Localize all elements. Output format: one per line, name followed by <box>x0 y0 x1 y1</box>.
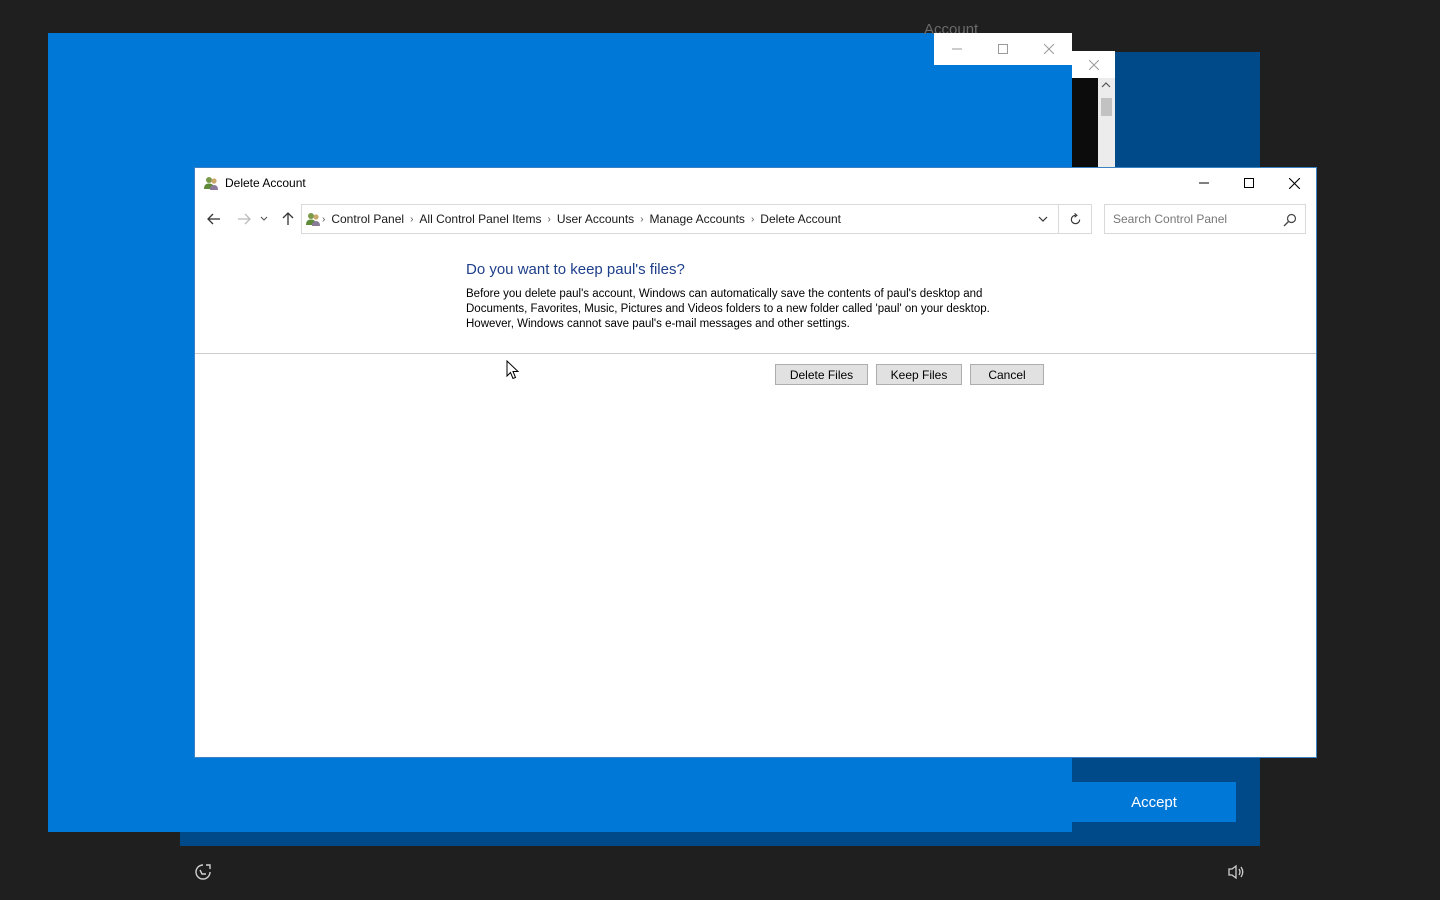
forward-button[interactable] <box>233 208 255 230</box>
background-maximize-button[interactable] <box>980 33 1026 65</box>
minimize-button[interactable] <box>1181 168 1227 198</box>
maximize-icon <box>1244 178 1254 188</box>
breadcrumb-all-control-panel-items[interactable]: All Control Panel Items <box>419 212 541 226</box>
breadcrumb-separator[interactable]: › <box>640 214 643 225</box>
description-line: Documents, Favorites, Music, Pictures an… <box>466 303 990 315</box>
scrollbar-thumb[interactable] <box>1101 98 1112 116</box>
background-window-titlebar <box>934 33 1072 65</box>
page-heading: Do you want to keep paul's files? <box>466 261 685 278</box>
back-button[interactable] <box>203 208 225 230</box>
volume-icon[interactable] <box>1226 862 1246 882</box>
keep-files-button[interactable]: Keep Files <box>876 364 962 385</box>
background-scrollbar[interactable] <box>1098 78 1115 168</box>
background-close-button[interactable] <box>1026 33 1072 65</box>
user-accounts-icon <box>306 213 320 226</box>
close-button[interactable] <box>1271 168 1317 198</box>
breadcrumb-control-panel[interactable]: Control Panel <box>331 212 404 226</box>
mouse-cursor-icon <box>506 360 520 380</box>
up-arrow-icon <box>282 212 294 225</box>
cancel-button[interactable]: Cancel <box>970 364 1044 385</box>
close-icon <box>1288 177 1300 189</box>
breadcrumb-separator[interactable]: › <box>322 214 325 225</box>
close-icon <box>1044 44 1054 54</box>
up-button[interactable] <box>277 208 299 230</box>
minimize-icon <box>952 48 962 50</box>
dropdown-chevron-icon <box>1038 216 1047 222</box>
breadcrumb-separator[interactable]: › <box>410 214 413 225</box>
breadcrumb-separator[interactable]: › <box>751 214 754 225</box>
background-minimize-button[interactable] <box>934 33 980 65</box>
search-input[interactable] <box>1113 212 1283 226</box>
refresh-button[interactable] <box>1059 204 1092 234</box>
breadcrumb-separator[interactable]: › <box>547 214 550 225</box>
content-divider <box>195 353 1316 354</box>
forward-arrow-icon <box>238 213 251 225</box>
address-history-dropdown[interactable] <box>1026 205 1058 233</box>
breadcrumb-delete-account[interactable]: Delete Account <box>760 212 841 226</box>
background-console-strip <box>1072 78 1098 168</box>
user-accounts-icon <box>204 177 218 190</box>
window-title: Delete Account <box>225 176 306 190</box>
accept-button[interactable]: Accept <box>1072 782 1236 822</box>
search-box[interactable] <box>1104 204 1306 234</box>
maximize-icon <box>998 44 1008 54</box>
scroll-up-icon <box>1101 82 1111 88</box>
address-bar[interactable]: › Control Panel › All Control Panel Item… <box>301 204 1059 234</box>
delete-account-window: Delete Account › Control Panel › All Con… <box>194 167 1317 758</box>
minimize-icon <box>1199 182 1209 184</box>
close-icon <box>1088 59 1099 70</box>
description-line: Before you delete paul's account, Window… <box>466 288 983 300</box>
delete-files-button[interactable]: Delete Files <box>775 364 868 385</box>
breadcrumb-user-accounts[interactable]: User Accounts <box>557 212 634 226</box>
background-close-button-2[interactable] <box>1072 51 1115 78</box>
recent-locations-button[interactable] <box>257 208 271 230</box>
window-titlebar[interactable]: Delete Account <box>195 168 1316 198</box>
breadcrumb-manage-accounts[interactable]: Manage Accounts <box>650 212 745 226</box>
accessibility-icon[interactable] <box>193 862 213 882</box>
navigation-bar: › Control Panel › All Control Panel Item… <box>195 204 1316 234</box>
description-line: However, Windows cannot save paul's e-ma… <box>466 318 850 330</box>
refresh-icon <box>1070 212 1080 224</box>
description-text: Before you delete paul's account, Window… <box>466 287 1026 332</box>
recent-locations-icon <box>260 216 268 221</box>
maximize-button[interactable] <box>1226 168 1272 198</box>
search-icon[interactable] <box>1283 213 1297 227</box>
back-arrow-icon <box>207 213 220 225</box>
